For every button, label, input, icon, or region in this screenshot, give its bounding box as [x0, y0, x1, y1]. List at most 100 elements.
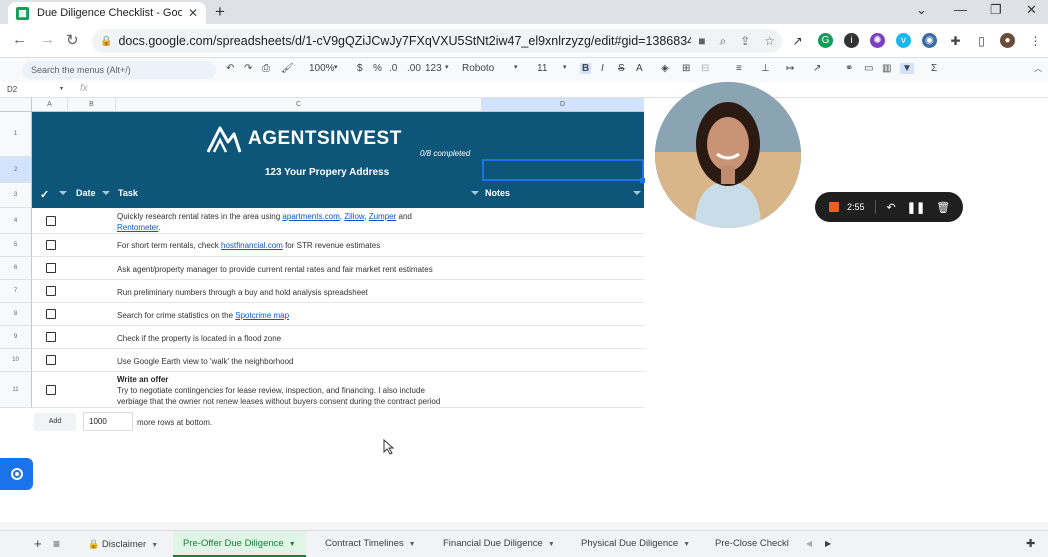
restart-recording-icon[interactable]: ↶ [887, 201, 896, 214]
share-icon[interactable]: ⇪ [740, 34, 750, 48]
row-header-2[interactable]: 2 [0, 157, 32, 183]
tab-disclaimer[interactable]: 🔒 Disclaimer ▼ [78, 531, 168, 557]
extension-arrow-icon[interactable]: ↗ [790, 33, 805, 48]
task-checkbox[interactable] [46, 385, 56, 395]
tab-chevron-icon[interactable]: ▼ [409, 541, 416, 548]
hostfinancial-link[interactable]: hostfinancial.com [221, 241, 283, 250]
back-icon[interactable]: ← [12, 31, 27, 48]
tab-physical-due-diligence[interactable]: Physical Due Diligence ▼ [571, 531, 700, 557]
camera-icon[interactable]: ■ [698, 34, 705, 48]
side-panel-icon[interactable]: ▯ [974, 33, 989, 48]
row-header-10[interactable]: 10 [0, 349, 32, 372]
task-checkbox[interactable] [46, 286, 56, 296]
zillow-link[interactable]: Zillow [344, 212, 364, 221]
insert-chart-icon[interactable]: ▥ [882, 63, 891, 74]
forward-icon[interactable]: → [40, 31, 55, 48]
column-header-d[interactable]: D [482, 98, 644, 112]
row-header-1[interactable]: 1 [0, 112, 32, 157]
browser-tab[interactable]: ▦ Due Diligence Checklist - Google ✕ [8, 2, 206, 24]
new-tab-icon[interactable]: + [215, 2, 225, 22]
tab-chevron-icon[interactable]: ▼ [151, 542, 158, 549]
number-format-chevron-icon[interactable]: ▾ [445, 63, 449, 71]
tab-pre-close-checklist[interactable]: Pre-Close Checkl [705, 531, 795, 557]
add-sheet-icon[interactable]: + [34, 531, 42, 557]
redo-icon[interactable]: ↷ [244, 63, 252, 74]
strikethrough-icon[interactable]: S [618, 63, 625, 74]
scroll-tabs-left-icon[interactable]: ◀ [806, 531, 812, 557]
extension-screen-icon[interactable]: ◉ [922, 33, 937, 48]
row-header-6[interactable]: 6 [0, 257, 32, 280]
extensions-puzzle-icon[interactable]: ✚ [948, 33, 963, 48]
row-header-11[interactable]: 11 [0, 372, 32, 408]
all-sheets-icon[interactable]: ≡ [53, 531, 60, 557]
row-header-3[interactable]: 3 [0, 183, 32, 208]
fill-color-icon[interactable]: ◈ [661, 63, 669, 74]
task-checkbox[interactable] [46, 355, 56, 365]
insert-link-icon[interactable]: ⚭ [845, 63, 853, 74]
undo-icon[interactable]: ↶ [226, 63, 234, 74]
selected-cell-d2[interactable] [482, 159, 644, 181]
pause-recording-icon[interactable]: ❚❚ [907, 201, 925, 214]
task-checkbox[interactable] [46, 309, 56, 319]
insert-comment-icon[interactable]: ▭ [864, 63, 873, 74]
filter-icon[interactable]: ▼ [900, 63, 914, 74]
close-window-icon[interactable]: ✕ [1026, 2, 1037, 18]
tab-contract-timelines[interactable]: Contract Timelines ▼ [315, 531, 426, 557]
add-rows-button[interactable]: Add [34, 413, 76, 431]
filter-a-icon[interactable] [59, 191, 67, 195]
column-header-c[interactable]: C [116, 98, 482, 112]
extension-grammar-icon[interactable]: G [818, 33, 833, 48]
font-select[interactable]: Roboto [462, 63, 494, 74]
close-tab-icon[interactable]: ✕ [188, 6, 198, 20]
filter-b-icon[interactable] [102, 191, 110, 195]
row-header-5[interactable]: 5 [0, 234, 32, 257]
align-horizontal-icon[interactable]: ≡ [736, 63, 742, 74]
italic-icon[interactable]: I [601, 63, 604, 74]
tab-chevron-icon[interactable]: ▼ [683, 541, 690, 548]
row-header-4[interactable]: 4 [0, 208, 32, 234]
fill-handle[interactable] [640, 178, 645, 183]
explore-icon[interactable]: ✚ [1026, 531, 1035, 557]
scroll-tabs-right-icon[interactable]: ▶ [825, 531, 831, 557]
task-checkbox[interactable] [46, 332, 56, 342]
text-wrap-icon[interactable]: ↦ [786, 63, 794, 74]
tab-pre-offer-due-diligence[interactable]: Pre-Offer Due Diligence ▼ [173, 531, 306, 557]
currency-button[interactable]: $ [357, 63, 363, 74]
zoom-chevron-icon[interactable]: ▾ [334, 63, 338, 71]
delete-recording-icon[interactable]: 🗑 [936, 201, 950, 214]
horizontal-scrollbar[interactable] [0, 522, 1048, 530]
extension-vimeo-icon[interactable]: v [896, 33, 911, 48]
extension-info-icon[interactable]: i [844, 33, 859, 48]
row-header-7[interactable]: 7 [0, 280, 32, 303]
name-box-chevron-icon[interactable]: ▾ [60, 85, 63, 92]
task-checkbox[interactable] [46, 216, 56, 226]
tab-search-icon[interactable]: ⌄ [916, 2, 927, 18]
column-header-b[interactable]: B [68, 98, 116, 112]
spotcrime-link[interactable]: Spotcrime map [235, 311, 289, 320]
align-vertical-icon[interactable]: ⊥ [761, 63, 770, 74]
rentometer-link[interactable]: Rentometer [117, 223, 158, 232]
percent-button[interactable]: % [373, 63, 382, 74]
bold-icon[interactable]: B [580, 63, 592, 74]
name-box[interactable]: D2 [7, 85, 17, 94]
minimize-icon[interactable]: — [954, 2, 967, 17]
zoom-icon[interactable]: ⌕ [719, 34, 726, 49]
rows-count-input[interactable]: 1000 [83, 412, 133, 431]
paint-format-icon[interactable]: 🖌 [281, 63, 294, 74]
restore-icon[interactable]: ❐ [990, 2, 1002, 18]
text-color-icon[interactable]: A [636, 63, 643, 74]
stop-recording-icon[interactable] [829, 202, 839, 212]
address-bar[interactable]: 🔒 docs.google.com/spreadsheets/d/1-cV9gQ… [92, 29, 782, 53]
tab-financial-due-diligence[interactable]: Financial Due Diligence ▼ [433, 531, 565, 557]
column-header-a[interactable]: A [32, 98, 68, 112]
search-menus-input[interactable]: Search the menus (Alt+/) [22, 61, 216, 79]
apartments-link[interactable]: apartments.com [282, 212, 339, 221]
bookmark-star-icon[interactable]: ☆ [764, 34, 775, 48]
number-format-button[interactable]: 123 [425, 63, 442, 74]
merge-cells-icon[interactable]: ⊟ [701, 63, 709, 74]
collapse-toolbar-icon[interactable]: ︿ [1034, 63, 1042, 74]
task-checkbox[interactable] [46, 263, 56, 273]
increase-decimal-button[interactable]: .00 [407, 63, 421, 74]
functions-icon[interactable]: Σ [931, 63, 937, 74]
browser-menu-icon[interactable]: ⋮ [1028, 33, 1043, 48]
